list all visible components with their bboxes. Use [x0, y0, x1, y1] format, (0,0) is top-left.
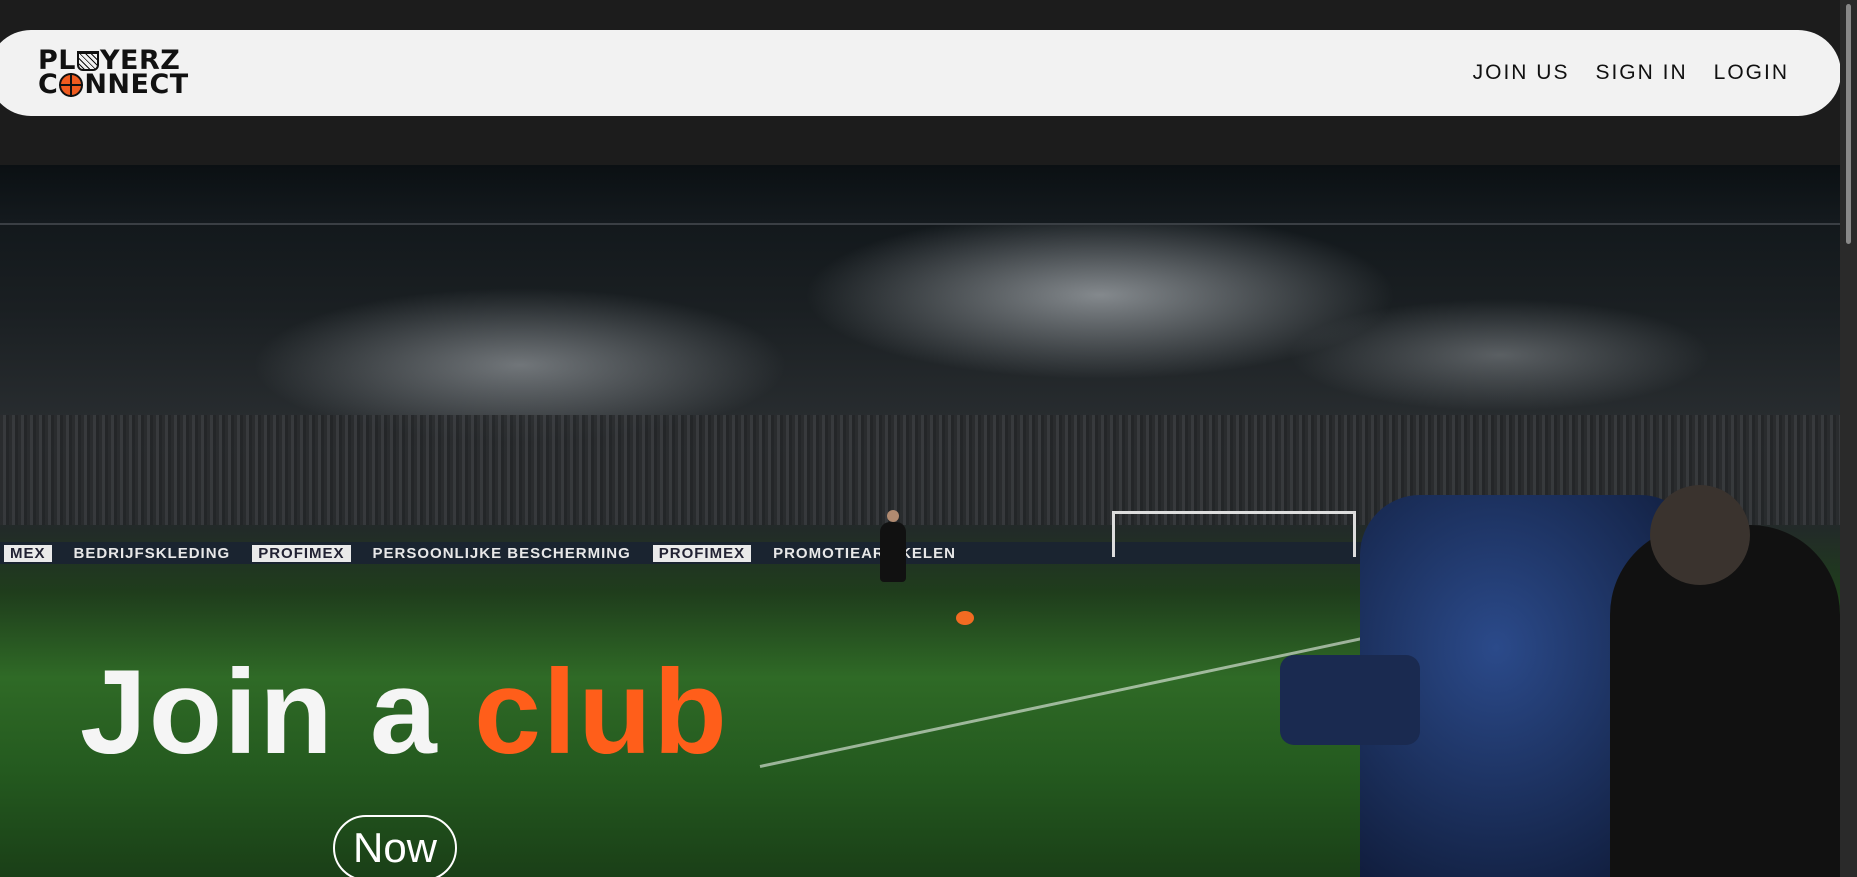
football	[956, 611, 974, 625]
brand-logo[interactable]: PL YERZ C NNECT	[38, 47, 189, 100]
nav-login-link[interactable]: LOGIN	[1714, 61, 1789, 85]
logo-line-2: C NNECT	[38, 69, 189, 100]
hero-title-accent: club	[474, 645, 729, 779]
cameraman	[1280, 485, 1840, 877]
camera-operator	[1610, 485, 1840, 877]
stadium-roof	[0, 165, 1840, 225]
nav-sign-in-link[interactable]: SIGN IN	[1595, 61, 1687, 85]
nav-links: JOIN US SIGN IN LOGIN	[1473, 61, 1789, 85]
basketball-hoop-icon	[77, 50, 99, 71]
hero-section: MEX BEDRIJFSKLEDING PROFIMEX PERSOONLIJK…	[0, 165, 1840, 877]
basketball-icon	[59, 73, 84, 98]
logo-text-c: C	[38, 69, 59, 100]
hero-title: Join a club	[80, 643, 729, 781]
navbar: PL YERZ C NNECT JOIN US SIGN IN LOGIN	[0, 30, 1841, 116]
camera-lens	[1280, 655, 1420, 745]
ad-text: PERSOONLIJKE BESCHERMING	[372, 544, 631, 562]
scrollbar-thumb[interactable]	[1846, 4, 1851, 244]
nav-join-us-link[interactable]: JOIN US	[1473, 61, 1570, 85]
ad-text: MEX	[4, 544, 52, 562]
page-scrollbar[interactable]	[1840, 0, 1857, 877]
football-player	[880, 510, 906, 582]
logo-text-nnect: NNECT	[84, 69, 189, 100]
join-now-button[interactable]: Now	[333, 815, 457, 877]
ad-text: PROFIMEX	[652, 544, 752, 562]
hero-title-main: Join a	[80, 645, 475, 779]
ad-text: BEDRIJFSKLEDING	[73, 544, 231, 562]
ad-text: PROFIMEX	[252, 544, 351, 562]
ad-text: PROMOTIEARTIKELEN	[773, 544, 956, 562]
